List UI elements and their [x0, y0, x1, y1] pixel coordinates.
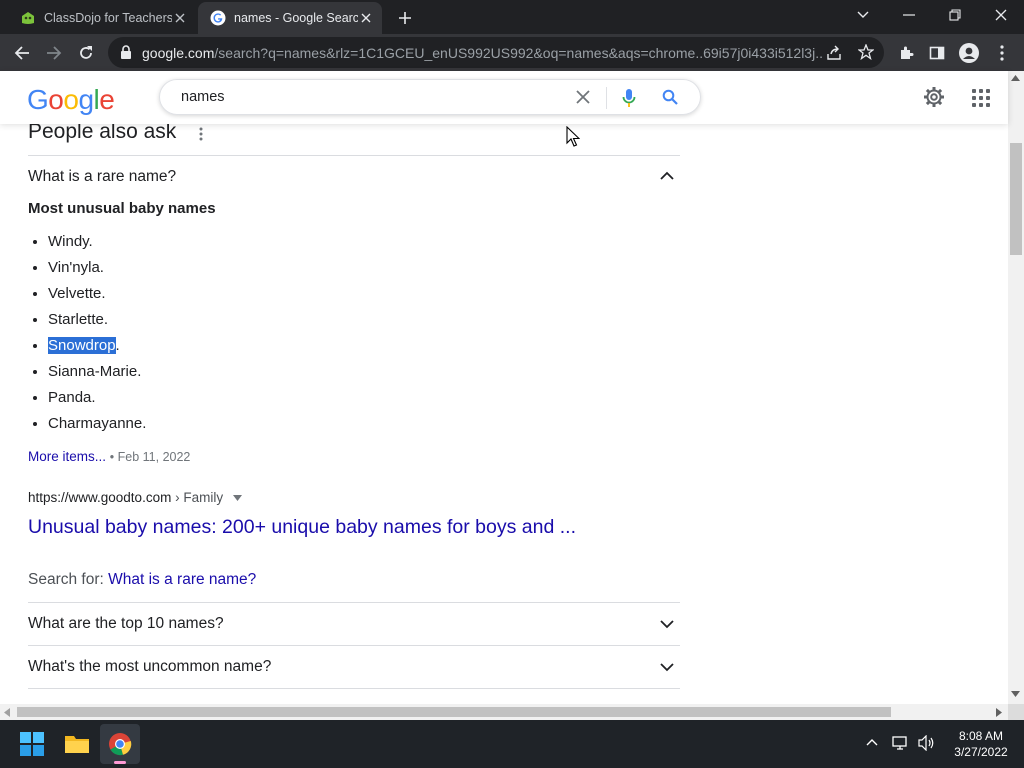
clock-time: 8:08 AM	[958, 729, 1004, 743]
minimize-button[interactable]	[886, 0, 932, 30]
tab-classdojo[interactable]: ClassDojo for Teachers	[8, 2, 196, 34]
extensions-icon[interactable]	[892, 39, 920, 67]
search-box[interactable]	[159, 79, 701, 115]
new-tab-button[interactable]	[394, 7, 416, 29]
bookmark-star-icon[interactable]	[858, 44, 874, 60]
chevron-up-icon[interactable]	[660, 171, 674, 181]
list-item-selected: Snowdrop.	[48, 334, 146, 360]
paa-question-expanded[interactable]: What is a rare name?	[28, 168, 176, 186]
search-results: People also ask What is a rare name? Mos…	[0, 124, 1008, 704]
chevron-down-icon[interactable]	[660, 662, 674, 672]
search-input[interactable]	[181, 89, 561, 105]
clock-date: 3/27/2022	[954, 745, 1008, 759]
answer-title: Most unusual baby names	[28, 200, 216, 217]
show-hidden-icons-chevron-icon[interactable]	[866, 738, 878, 746]
windows-start-icon[interactable]	[12, 724, 52, 764]
close-tab-icon[interactable]	[172, 10, 188, 26]
paa-question[interactable]: What's the most uncommon name?	[28, 658, 271, 676]
list-item: Charmayanne.	[48, 412, 146, 438]
scroll-down-arrow-icon[interactable]	[1011, 691, 1020, 697]
settings-gear-icon[interactable]	[923, 86, 945, 108]
lock-icon[interactable]	[120, 45, 132, 59]
chrome-taskbar-icon[interactable]	[100, 724, 140, 764]
list-item: Velvette.	[48, 282, 146, 308]
scroll-left-arrow-icon[interactable]	[4, 708, 10, 717]
forward-button[interactable]	[40, 39, 68, 67]
search-for-link[interactable]: What is a rare name?	[108, 571, 256, 588]
result-cite: https://www.goodto.com › Family	[28, 490, 242, 505]
close-tab-icon[interactable]	[358, 10, 374, 26]
google-header: Google	[0, 71, 1008, 124]
reload-button[interactable]	[72, 39, 100, 67]
clear-search-icon[interactable]	[576, 90, 590, 104]
side-panel-icon[interactable]	[923, 39, 951, 67]
selected-text: Snowdrop	[48, 337, 116, 354]
profile-avatar-icon[interactable]	[955, 39, 983, 67]
voice-search-icon[interactable]	[622, 88, 636, 108]
more-options-icon[interactable]	[199, 127, 203, 141]
tab-title: names - Google Search	[234, 11, 358, 25]
list-item: Vin'nyla.	[48, 256, 146, 282]
search-for-row: Search for: What is a rare name?	[28, 571, 257, 588]
list-item: Sianna-Marie.	[48, 360, 146, 386]
scrollbar-corner	[1008, 704, 1024, 720]
scroll-up-arrow-icon[interactable]	[1011, 75, 1020, 81]
tab-google-search[interactable]: names - Google Search	[198, 2, 382, 34]
classdojo-favicon-icon	[20, 10, 36, 26]
chrome-menu-icon[interactable]	[988, 39, 1016, 67]
people-also-ask-heading: People also ask	[28, 124, 177, 143]
share-icon[interactable]	[826, 45, 842, 61]
chevron-down-icon[interactable]	[660, 619, 674, 629]
network-icon[interactable]	[892, 735, 910, 751]
google-apps-icon[interactable]	[972, 89, 990, 107]
divider	[28, 155, 680, 156]
close-window-button[interactable]	[978, 0, 1024, 30]
divider	[28, 602, 680, 603]
windows-taskbar: 8:08 AM 3/27/2022	[0, 720, 1024, 768]
google-logo[interactable]: Google	[27, 84, 115, 116]
divider	[28, 688, 680, 689]
address-bar[interactable]: google.com/search?q=names&rlz=1C1GCEU_en…	[108, 37, 884, 68]
restore-button[interactable]	[932, 0, 978, 30]
tab-title: ClassDojo for Teachers	[44, 11, 172, 25]
mouse-cursor-icon	[566, 126, 580, 148]
active-app-indicator	[114, 761, 126, 764]
file-explorer-icon[interactable]	[57, 724, 97, 764]
answer-list: Windy. Vin'nyla. Velvette. Starlette. Sn…	[48, 230, 146, 438]
volume-icon[interactable]	[918, 735, 936, 751]
back-button[interactable]	[8, 39, 36, 67]
vertical-scroll-thumb[interactable]	[1010, 143, 1022, 255]
paa-question[interactable]: What are the top 10 names?	[28, 615, 224, 633]
divider	[28, 645, 680, 646]
list-item: Windy.	[48, 230, 146, 256]
horizontal-scroll-thumb[interactable]	[17, 707, 891, 717]
scroll-right-arrow-icon[interactable]	[996, 708, 1002, 717]
tab-search-button[interactable]	[840, 0, 886, 30]
answer-date: Feb 11, 2022	[117, 450, 191, 464]
search-submit-icon[interactable]	[662, 89, 678, 105]
browser-tab-strip: ClassDojo for Teachers names - Google Se…	[0, 0, 1024, 34]
list-item: Starlette.	[48, 308, 146, 334]
taskbar-clock[interactable]: 8:08 AM 3/27/2022	[946, 728, 1016, 760]
caret-down-icon[interactable]	[232, 495, 242, 502]
more-items-row: More items... • Feb 11, 2022	[28, 449, 191, 464]
list-item: Panda.	[48, 386, 146, 412]
browser-toolbar: google.com/search?q=names&rlz=1C1GCEU_en…	[0, 34, 1024, 71]
more-items-link[interactable]: More items...	[28, 449, 106, 464]
result-title-link[interactable]: Unusual baby names: 200+ unique baby nam…	[28, 516, 576, 539]
search-divider	[606, 87, 607, 109]
url-text: google.com/search?q=names&rlz=1C1GCEU_en…	[142, 45, 822, 61]
google-favicon-icon	[210, 10, 226, 26]
